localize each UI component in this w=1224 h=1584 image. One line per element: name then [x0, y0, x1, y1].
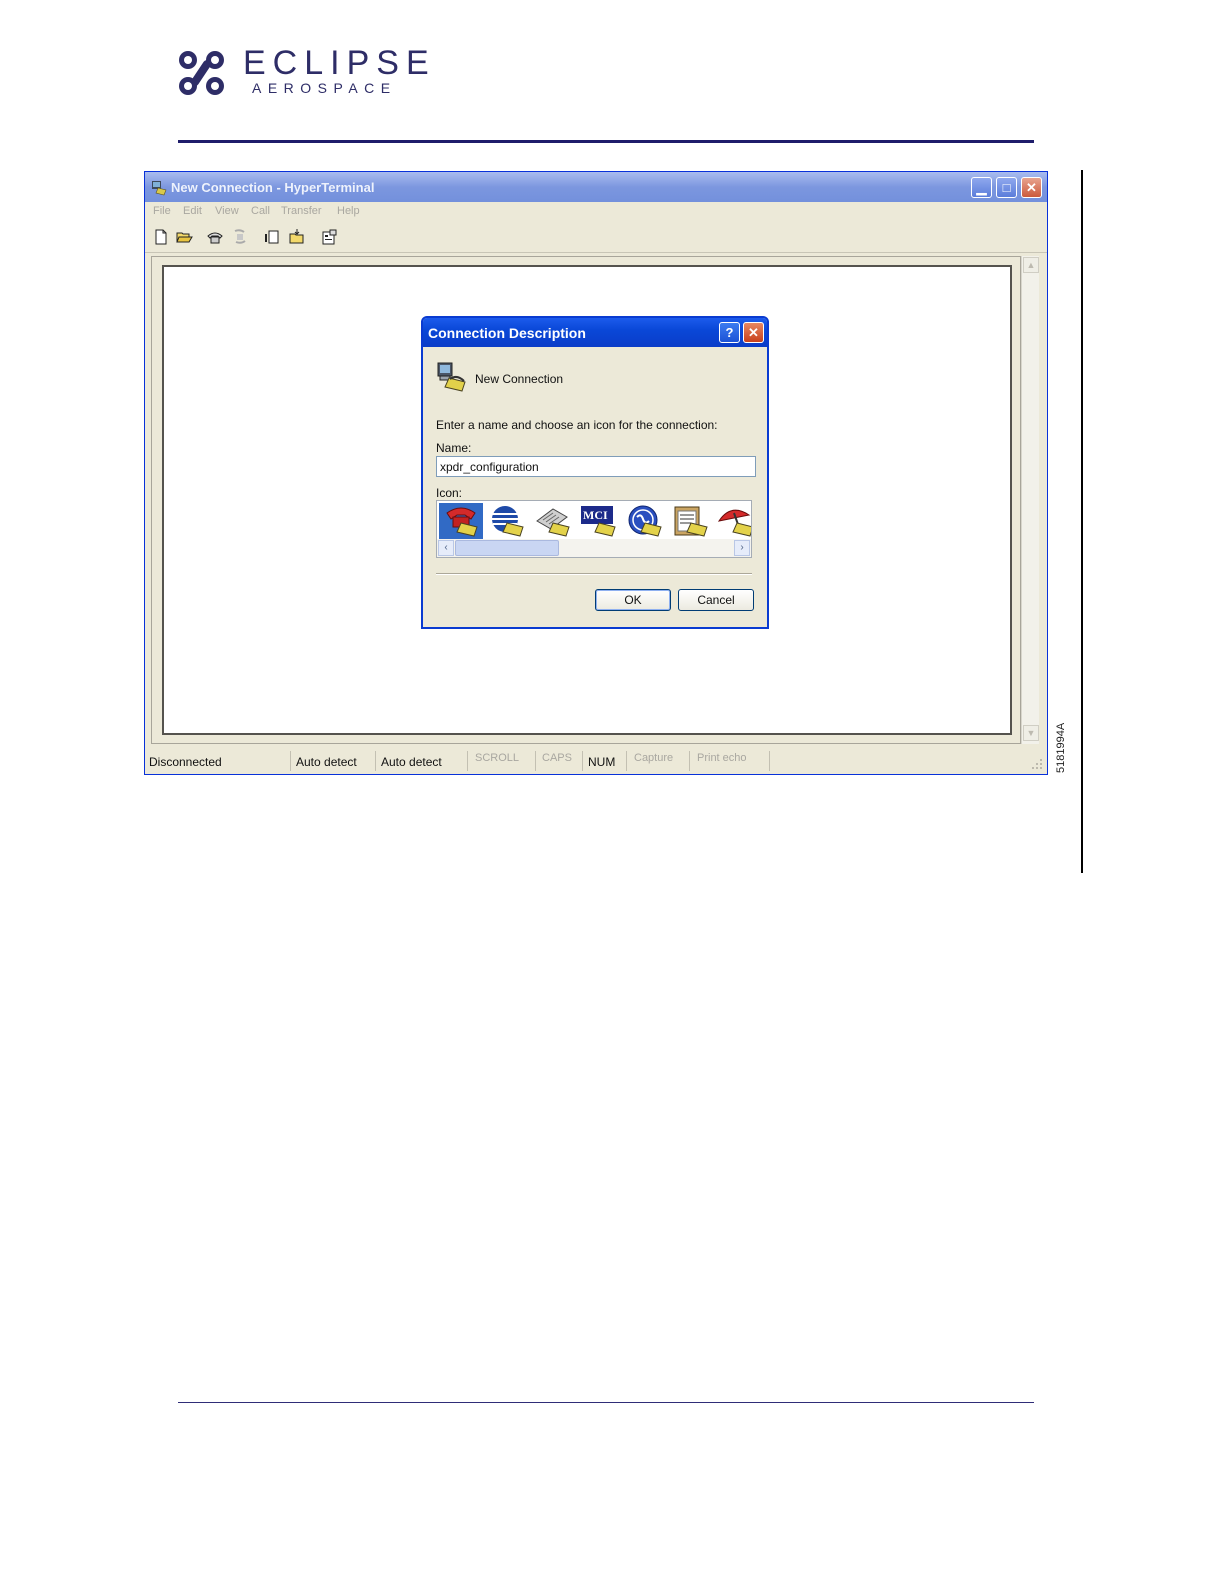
red-phone-graphic	[446, 507, 478, 537]
scroll-up-icon[interactable]: ▲	[1023, 257, 1039, 273]
send-file-icon[interactable]	[263, 228, 281, 246]
vertical-scrollbar[interactable]: ▲ ▼	[1021, 256, 1039, 744]
new-document-icon[interactable]	[152, 228, 170, 246]
disconnect-icon[interactable]	[231, 228, 249, 246]
window-titlebar[interactable]: New Connection - HyperTerminal ▁ □ ✕	[145, 172, 1047, 202]
umbrella-phone-graphic	[717, 509, 751, 537]
status-divider	[689, 751, 690, 771]
window-title: New Connection - HyperTerminal	[171, 180, 375, 195]
footer-rule	[178, 1402, 1034, 1403]
dialog-prompt: Enter a name and choose an icon for the …	[436, 418, 718, 432]
minimize-icon[interactable]: ▁	[971, 177, 992, 198]
menu-edit[interactable]: Edit	[183, 205, 202, 217]
brand-subtitle: AEROSPACE	[252, 80, 397, 96]
scroll-thumb[interactable]	[455, 540, 559, 556]
help-icon[interactable]: ?	[719, 322, 740, 343]
status-bar: Disconnected Auto detect Auto detect SCR…	[145, 748, 1047, 774]
globe-phone-icon[interactable]	[485, 503, 529, 539]
connection-label: New Connection	[475, 372, 564, 386]
scroll-right-icon[interactable]: ›	[734, 540, 750, 556]
ge-phone-graphic	[628, 505, 662, 537]
dialog-separator	[436, 573, 752, 575]
status-divider	[467, 751, 468, 771]
dialog-close-icon[interactable]: ✕	[743, 322, 764, 343]
header-rule	[178, 140, 1034, 143]
mci-logo-text: MCI	[583, 508, 608, 522]
menu-view[interactable]: View	[215, 205, 239, 217]
status-num: NUM	[588, 755, 616, 769]
dial-phone-icon[interactable]	[206, 228, 224, 246]
status-divider	[375, 751, 376, 771]
connection-description-dialog: Connection Description ? ✕ New Connectio…	[421, 316, 769, 629]
menu-help[interactable]: Help	[337, 205, 360, 217]
clipboard-phone-icon[interactable]	[669, 503, 713, 539]
ge-phone-icon[interactable]	[623, 503, 667, 539]
dialog-title: Connection Description	[428, 325, 586, 341]
scroll-left-icon[interactable]: ‹	[438, 540, 454, 556]
icon-label: Icon:	[436, 486, 463, 500]
ok-button[interactable]: OK	[595, 589, 671, 611]
fax-phone-graphic	[536, 508, 570, 537]
menu-bar: File Edit View Call Transfer Help	[145, 202, 1047, 224]
status-divider	[626, 751, 627, 771]
status-divider	[290, 751, 291, 771]
clipboard-phone-graphic	[674, 506, 708, 537]
connection-name-input[interactable]	[436, 456, 756, 477]
globe-phone-graphic	[492, 506, 524, 537]
change-bar	[1081, 170, 1083, 873]
dialog-titlebar[interactable]: Connection Description ? ✕	[423, 318, 767, 347]
mci-phone-icon[interactable]: MCI	[577, 503, 621, 539]
fax-phone-icon[interactable]	[531, 503, 575, 539]
new-connection-icon	[437, 362, 466, 392]
icon-picker-scrollbar[interactable]: ‹ ›	[437, 539, 751, 557]
name-label: Name:	[436, 441, 472, 455]
properties-icon[interactable]	[320, 228, 338, 246]
close-icon[interactable]: ✕	[1021, 177, 1042, 198]
status-capture: Capture	[634, 752, 674, 764]
red-phone-icon[interactable]	[439, 503, 483, 539]
menu-file[interactable]: File	[153, 205, 171, 217]
cancel-button[interactable]: Cancel	[678, 589, 754, 611]
status-emulation: Auto detect	[296, 755, 357, 769]
status-divider	[582, 751, 583, 771]
status-connection: Disconnected	[149, 755, 222, 769]
status-port-settings: Auto detect	[381, 755, 442, 769]
icon-picker: MCI ‹ ›	[436, 500, 752, 558]
resize-grip-icon[interactable]	[1031, 758, 1043, 770]
eclipse-logo-icon	[179, 51, 224, 95]
status-scroll: SCROLL	[475, 752, 520, 764]
status-print-echo: Print echo	[697, 752, 747, 764]
figure-id: 5181994A	[1055, 722, 1067, 773]
toolbar	[145, 224, 1047, 253]
maximize-icon[interactable]: □	[996, 177, 1017, 198]
open-folder-icon[interactable]	[175, 228, 193, 246]
menu-call[interactable]: Call	[251, 205, 270, 217]
brand-title: ECLIPSE	[243, 44, 436, 82]
menu-transfer[interactable]: Transfer	[281, 205, 322, 217]
status-divider	[535, 751, 536, 771]
receive-file-icon[interactable]	[288, 228, 306, 246]
hyperterminal-app-icon	[152, 181, 167, 196]
scroll-down-icon[interactable]: ▼	[1023, 725, 1039, 741]
umbrella-phone-icon[interactable]	[715, 503, 751, 539]
status-caps: CAPS	[542, 752, 572, 764]
status-divider	[769, 751, 770, 771]
